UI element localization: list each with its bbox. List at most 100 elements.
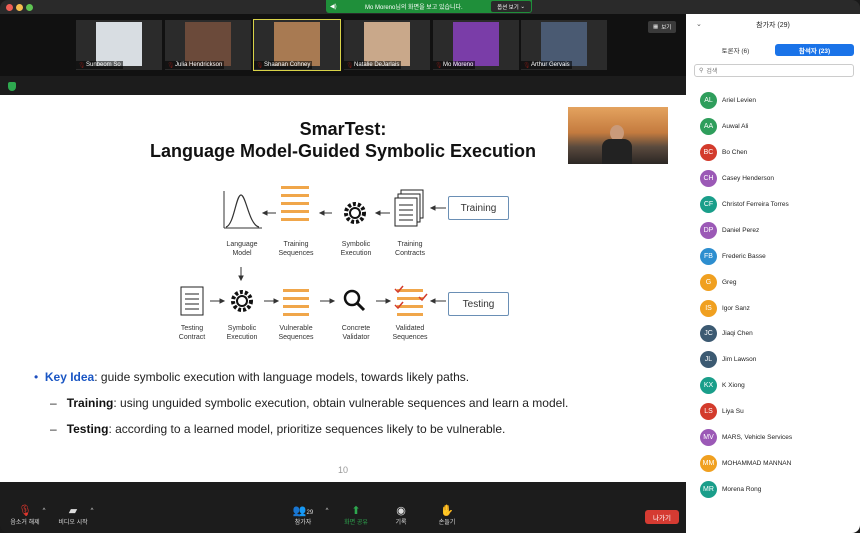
participant-name: K Xiong xyxy=(722,382,745,390)
participant-search-input[interactable]: ⚲ 검색 xyxy=(694,64,854,77)
video-tile[interactable]: 🎙Mo Moreno xyxy=(433,20,519,70)
label-validated-sequences: Validated Sequences xyxy=(392,325,428,341)
encryption-shield-icon[interactable] xyxy=(8,82,16,91)
participant-name: Ariel Levien xyxy=(722,97,756,105)
muted-mic-icon: 🎙 xyxy=(18,505,32,517)
avatar: DP xyxy=(700,221,717,239)
record-button[interactable]: ◉ 기록 xyxy=(384,504,418,526)
participant-name: Daniel Perez xyxy=(722,226,760,234)
participant-row[interactable]: MR Morena Rong xyxy=(686,476,860,502)
record-label: 기록 xyxy=(395,520,407,526)
training-text: : using unguided symbolic execution, obt… xyxy=(113,396,569,410)
label-vulnerable-sequences: Vulnerable Sequences xyxy=(278,325,314,341)
bullet-dot: • xyxy=(34,370,39,384)
meeting-toolbar: 🎙 음소거 해제 ^ ▰ 비디오 시작 ^ 👥29 참가자 ^ ⬆ 화면 공유 ◉ 기록 … xyxy=(0,500,686,533)
participant-row[interactable]: JL Jim Lawson xyxy=(686,347,860,373)
participant-row[interactable]: CF Christof Ferreira Torres xyxy=(686,192,860,218)
unmute-button[interactable]: 🎙 음소거 해제 xyxy=(6,504,44,526)
leave-button[interactable]: 나가기 xyxy=(645,510,679,524)
video-tile[interactable]: 🎙Sunbeom So xyxy=(76,20,162,70)
video-tile-name: Shaanan Cohney xyxy=(254,61,313,69)
tab-panelists[interactable]: 토론자 (6) xyxy=(696,44,775,56)
video-tile-name: Sunbeom So xyxy=(76,61,123,69)
close-window-button[interactable] xyxy=(6,4,13,11)
zoom-window: ◀) Mo Moreno님의 화면을 보고 있습니다. 옵션 보기 ⌄ 🎙Sun… xyxy=(0,0,860,533)
testing-text: : according to a learned model, prioriti… xyxy=(108,422,506,436)
label-language-model: Language Model xyxy=(226,241,258,257)
participant-row[interactable]: JC Jiaqi Chen xyxy=(686,321,860,347)
participant-name: Jiaqi Chen xyxy=(722,330,753,338)
diagram xyxy=(180,186,446,316)
participant-name: Igor Sanz xyxy=(722,304,750,312)
symbolic-execution-gear-icon-2 xyxy=(231,290,253,312)
video-tile[interactable]: 🎙Julia Hendrickson xyxy=(165,20,251,70)
participants-options-chevron-icon[interactable]: ^ xyxy=(323,508,331,514)
avatar: G xyxy=(700,273,717,291)
view-button[interactable]: ▦ 보기 xyxy=(648,21,677,33)
avatar: LS xyxy=(700,403,717,421)
participant-video xyxy=(274,22,320,66)
participant-name: MARS, Vehicle Services xyxy=(722,434,793,442)
participant-row[interactable]: LS Liya Su xyxy=(686,399,860,425)
avatar: JL xyxy=(700,351,717,369)
label-training-sequences: Training Sequences xyxy=(278,241,314,257)
search-placeholder: 검색 xyxy=(706,69,718,75)
participant-video xyxy=(541,22,587,66)
raise-hand-button[interactable]: ✋ 손들기 xyxy=(430,504,464,526)
bullet-training: – Training: using unguided symbolic exec… xyxy=(50,396,569,410)
shared-slide: SmarTest: Language Model-Guided Symbolic… xyxy=(0,95,686,482)
participant-name: Jim Lawson xyxy=(722,356,757,364)
participant-row[interactable]: FB Frederic Basse xyxy=(686,243,860,269)
slide-page-number: 10 xyxy=(337,465,348,475)
start-video-button[interactable]: ▰ 비디오 시작 xyxy=(54,504,92,526)
label-concrete-validator: Concrete Validator xyxy=(341,325,371,341)
participant-row[interactable]: BC Bo Chen xyxy=(686,140,860,166)
participant-name: MOHAMMAD MANNAN xyxy=(722,459,792,467)
participants-button[interactable]: 👥29 참가자 xyxy=(286,504,320,526)
video-options-chevron-icon[interactable]: ^ xyxy=(88,508,96,514)
grid-icon: ▦ xyxy=(653,24,659,30)
participant-name: Liya Su xyxy=(722,408,744,416)
avatar: CF xyxy=(700,196,717,213)
video-tile[interactable]: 🎙Shaanan Cohney xyxy=(253,19,341,71)
participants-count: 29 xyxy=(306,510,314,516)
avatar: AL xyxy=(700,92,717,110)
bullet-key-idea: • Key Idea: guide symbolic execution wit… xyxy=(34,370,469,384)
participant-name: Bo Chen xyxy=(722,149,748,157)
participant-name: Frederic Basse xyxy=(722,252,766,260)
participant-video xyxy=(453,22,499,66)
record-icon: ◉ xyxy=(396,505,406,517)
audio-options-chevron-icon[interactable]: ^ xyxy=(40,508,48,514)
raise-hand-label: 손들기 xyxy=(438,520,456,526)
zoom-window-button[interactable] xyxy=(26,4,33,11)
participant-row[interactable]: MV MARS, Vehicle Services xyxy=(686,425,860,451)
avatar: JC xyxy=(700,325,717,343)
minimize-window-button[interactable] xyxy=(16,4,23,11)
training-tag: Training xyxy=(448,196,509,220)
video-tile[interactable]: 🎙Arthur Gervais xyxy=(521,20,607,70)
participant-row[interactable]: KX K Xiong xyxy=(686,373,860,399)
video-tile[interactable]: 🎙Natalie DeJarlais xyxy=(344,20,430,70)
participant-row[interactable]: DP Daniel Perez xyxy=(686,217,860,243)
raise-hand-icon: ✋ xyxy=(440,505,454,517)
view-options-button[interactable]: 옵션 보기 ⌄ xyxy=(491,1,531,12)
tab-attendees[interactable]: 참석자 (23) xyxy=(775,44,854,56)
view-options-label: 옵션 보기 xyxy=(497,4,519,11)
view-button-label: 보기 xyxy=(661,25,672,31)
participant-row[interactable]: AA Auwal Ali xyxy=(686,114,860,140)
share-banner-text: Mo Moreno님의 화면을 보고 있습니다. xyxy=(364,5,463,11)
participant-row[interactable]: IS Igor Sanz xyxy=(686,295,860,321)
participant-row[interactable]: CH Casey Henderson xyxy=(686,166,860,192)
participant-row[interactable]: AL Ariel Levien xyxy=(686,88,860,114)
avatar: CH xyxy=(700,170,717,188)
avatar: AA xyxy=(700,118,717,136)
participant-row[interactable]: MM MOHAMMAD MANNAN xyxy=(686,450,860,476)
screen-share-banner: ◀) Mo Moreno님의 화면을 보고 있습니다. 옵션 보기 ⌄ xyxy=(326,0,532,13)
participant-video xyxy=(364,22,410,66)
participants-label: 참가자 xyxy=(294,520,312,526)
share-screen-button[interactable]: ⬆ 화면 공유 xyxy=(338,504,374,526)
participant-list: AL Ariel Levien AA Auwal Ali BC Bo Chen CH Case… xyxy=(686,88,860,502)
participant-row[interactable]: G Greg xyxy=(686,269,860,295)
training-sequences-icon xyxy=(281,186,309,221)
avatar: IS xyxy=(700,299,717,317)
